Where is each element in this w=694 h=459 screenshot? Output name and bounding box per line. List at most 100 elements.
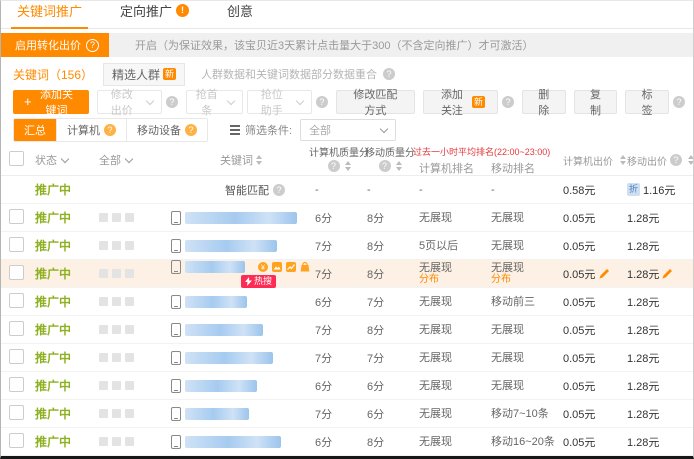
column-item-filter[interactable]: 全部 [99,152,171,168]
tab-selected-crowd[interactable]: 精选人群 新 [103,62,186,86]
row-checkbox[interactable] [9,264,24,280]
mobile-bid-value: 1.28元 [627,408,660,421]
column-pc-bid[interactable]: 计算机出价 [557,153,626,168]
column-mobile-rank: 移动排名 [491,162,535,175]
column-group-hourly-rank: 过去一小时平均排名(22:00~23:00) 计算机排名 移动排名 [413,145,557,176]
button-label: 修改匹配方式 [353,88,398,117]
hot-search-badge: 热搜 [241,274,277,288]
keyword-link-redacted[interactable] [185,239,277,252]
segment-summary[interactable]: 汇总 [14,119,57,141]
sort-icon[interactable] [344,161,351,171]
help-icon[interactable]: ? [672,95,685,108]
column-status[interactable]: 状态 [35,152,99,168]
column-label: 全部 [99,155,121,167]
help-icon[interactable]: ? [378,160,391,172]
help-icon[interactable]: ? [383,68,396,80]
pc-quality-score: 7分 [315,352,333,365]
mobile-quality-score: - [367,183,371,196]
help-icon[interactable]: ? [86,38,99,52]
row-checkbox[interactable] [9,292,24,308]
status-badge: 推广中 [35,267,72,281]
table-header: 状态 全部 关键词 计算机质量分 ? 移动质量分 ? 过去一小时平均排名(22:… [1,145,693,176]
modify-match-button[interactable]: 修改匹配方式 [335,89,415,117]
help-icon[interactable]: ? [104,124,116,136]
redacted-item [99,381,134,390]
row-checkbox[interactable] [9,404,24,420]
keyword-link-redacted[interactable] [185,407,249,420]
column-keyword[interactable]: 关键词 [171,152,311,168]
row-checkbox[interactable] [9,320,24,336]
modify-bid-dropdown[interactable]: 修改出价 [96,89,162,117]
table-row: 推广中 ? 6分 8分 无展现 无展现 0.05元 [1,204,693,232]
keyword-link-redacted[interactable] [185,260,245,273]
row-checkbox[interactable] [9,432,24,448]
status-badge: 推广中 [35,295,72,309]
tab-targeted-promotion[interactable]: 定向推广 ! [114,1,195,28]
row-checkbox[interactable] [9,376,24,392]
help-icon[interactable]: ? [501,95,514,108]
filter-select[interactable]: 全部 [300,119,397,141]
segment-computer[interactable]: 计算机 ? [57,119,127,141]
mobile-rank-value: 移动前三 [491,295,535,308]
help-icon[interactable]: ? [185,124,197,136]
keyword-link-redacted[interactable] [185,295,247,308]
pc-quality-score: 6分 [315,380,333,393]
tab-label: 精选人群 [112,67,161,82]
pc-quality-score: 6分 [315,212,333,225]
select-all-checkbox[interactable] [9,151,24,166]
keyword-link-redacted[interactable] [185,379,257,392]
help-icon[interactable]: ? [315,95,328,108]
mobile-device-icon [171,350,181,365]
segment-mobile[interactable]: 移动设备 ? [127,119,207,141]
edit-bid-pencil-icon[interactable] [662,268,673,279]
distribution-link[interactable]: 分布 [491,274,557,285]
row-checkbox[interactable] [9,348,24,364]
sort-icon[interactable] [395,161,402,171]
sort-icon[interactable] [256,155,262,165]
add-watch-button[interactable]: 添加关注 新 [422,89,498,117]
tab-keyword-promotion[interactable]: 关键词推广 [11,1,89,29]
image-icon [272,261,282,272]
conversion-bid-status-text: 开启（为保证效果，该宝贝近3天累计点击量大于300（不含定向推广）才可激活） [135,40,534,52]
column-mobile-bid[interactable]: 移动出价 ? [621,153,693,168]
mobile-bid-value: 1.28元 [627,352,660,365]
pc-quality-score: - [315,183,319,196]
keyword-link-redacted[interactable] [185,211,297,224]
help-icon[interactable]: ? [273,183,285,196]
mobile-quality-score: 6分 [367,408,385,421]
grab-top-dropdown[interactable]: 抢首条 [185,89,243,117]
filter-list-icon [230,125,240,135]
help-icon[interactable]: ? [670,154,682,166]
rank-assistant-dropdown[interactable]: 抢位助手 [246,89,312,117]
column-pc-score[interactable]: 计算机质量分 ? [309,148,369,172]
help-icon[interactable]: ? [327,160,340,172]
edit-bid-pencil-icon[interactable] [599,268,610,279]
distribution-link[interactable]: 分布 [419,274,485,285]
table-row: 推广中 ? ¥ 热搜 7分 [1,259,693,288]
smart-match-label: 智能匹配 [225,184,269,197]
tab-creative[interactable]: 创意 [221,1,259,28]
pc-bid-value: 0.58元 [563,184,596,197]
keyword-link-redacted[interactable] [185,435,281,448]
row-checkbox[interactable] [9,208,24,224]
copy-button[interactable]: 复制 [573,89,618,117]
sort-icon[interactable] [688,155,693,165]
column-label: 关键词 [220,155,253,167]
column-mobile-score[interactable]: 移动质量分 ? [363,148,415,172]
help-icon[interactable]: ? [165,95,178,108]
row-checkbox[interactable] [9,236,24,252]
keyword-link-redacted[interactable] [185,323,263,336]
add-keywords-button[interactable]: + 添加关键词 [13,89,89,117]
tab-keywords[interactable]: 关键词（156） [13,66,93,83]
chevron-down-icon [60,154,70,164]
mobile-rank-value: 移动16~20条 [491,435,555,448]
delete-button[interactable]: 删除 [521,89,566,117]
status-badge: 推广中 [35,407,72,421]
tag-button[interactable]: 标签 [625,89,669,117]
coin-icon: ¥ [258,261,268,272]
table-row: 推广中 ? 7分 6分 无展现 移动7~10条 0.05元 [1,400,693,428]
chevron-down-icon [145,96,155,105]
keyword-promotion-page: 关键词推广 定向推广 ! 创意 启用转化出价 ? 开启（为保证效果，该宝贝近3天… [0,0,694,459]
segment-label: 移动设备 [137,125,181,137]
keyword-link-redacted[interactable] [185,351,273,364]
